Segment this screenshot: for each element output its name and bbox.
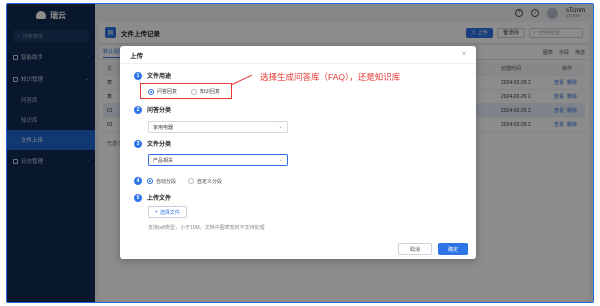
choose-file-button[interactable]: + 选择文件 bbox=[148, 206, 187, 218]
step-label: 文件用途 bbox=[147, 74, 172, 80]
file-category-select[interactable]: 产品相关 ⌄ bbox=[148, 154, 288, 166]
dialog-header: 上传 × bbox=[120, 46, 476, 64]
step-number: 5 bbox=[134, 193, 142, 202]
radio-label: 自定义分段 bbox=[197, 178, 223, 185]
radio-auto-segment[interactable]: 自动分段 bbox=[147, 178, 176, 185]
chevron-down-icon: ⌄ bbox=[278, 124, 283, 130]
segment-radio-group: 自动分段 自定义分段 bbox=[147, 178, 222, 185]
step-segmentation: 4 自动分段 自定义分段 bbox=[134, 177, 222, 185]
confirm-button[interactable]: 确定 bbox=[438, 243, 468, 255]
step-label: 问答分类 bbox=[147, 108, 172, 114]
step-qa-category: 2 问答分类 bbox=[134, 105, 171, 114]
highlight-box bbox=[140, 83, 232, 99]
cancel-button[interactable]: 取消 bbox=[398, 243, 432, 255]
step-number: 4 bbox=[134, 177, 142, 185]
radio-dot bbox=[147, 178, 153, 184]
radio-dot bbox=[188, 178, 195, 184]
close-icon[interactable]: × bbox=[462, 51, 466, 58]
step-number: 2 bbox=[134, 105, 142, 114]
choose-file-label: 选择文件 bbox=[159, 209, 180, 216]
select-value: 产品相关 bbox=[153, 157, 174, 164]
upload-tip: 支持pdf类型，小于10M，文档中图表暂时不支持处理 bbox=[148, 225, 265, 231]
dialog-title: 上传 bbox=[130, 52, 143, 60]
radio-custom-segment[interactable]: 自定义分段 bbox=[188, 178, 222, 185]
step-file-purpose: 1 文件用途 bbox=[134, 71, 171, 80]
qa-category-select[interactable]: 家用电器 ⌄ bbox=[148, 121, 288, 133]
annotation-text: 选择生成问答库（FAQ），还是知识库 bbox=[260, 72, 401, 82]
radio-label: 自动分段 bbox=[156, 178, 177, 185]
step-label: 文件分类 bbox=[147, 142, 172, 148]
step-label: 上传文件 bbox=[147, 196, 172, 202]
step-file-category: 3 文件分类 bbox=[134, 139, 171, 148]
step-number: 3 bbox=[134, 139, 142, 148]
step-number: 1 bbox=[134, 71, 142, 80]
plus-icon: + bbox=[155, 209, 158, 215]
chevron-down-icon: ⌄ bbox=[278, 157, 283, 163]
select-value: 家用电器 bbox=[153, 124, 174, 131]
step-upload-file: 5 上传文件 bbox=[134, 193, 171, 202]
